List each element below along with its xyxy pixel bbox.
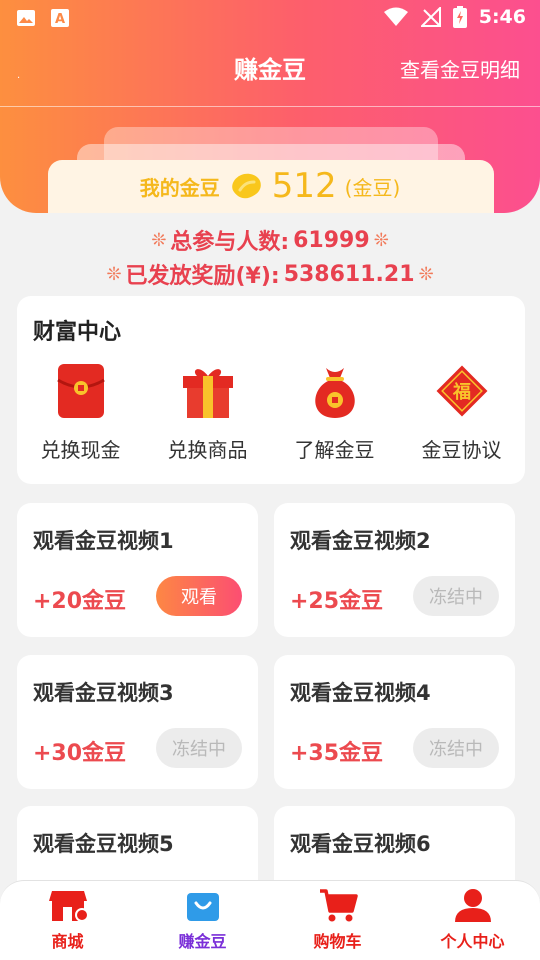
sparkle-icon: ❊ <box>106 263 122 285</box>
video-task-card: 观看金豆视频1 +20金豆 观看 <box>17 503 258 637</box>
rewards-stat: ❊ 已发放奖励(¥): 538611.21 ❊ <box>0 258 540 290</box>
video-task-card: 观看金豆视频4 +35金豆 冻结中 <box>274 655 515 789</box>
money-bag-icon <box>314 368 355 418</box>
wealth-center-title: 财富中心 <box>33 320 122 345</box>
wealth-center-grid: 兑换现金 兑换商品 了解金豆 福 金豆协议 <box>17 362 525 463</box>
frozen-button[interactable]: 冻结中 <box>413 728 499 768</box>
shop-icon <box>48 891 88 922</box>
task-title: 观看金豆视频5 <box>33 832 174 856</box>
sparkle-icon: ❊ <box>418 263 434 285</box>
rewards-value: 538611.21 <box>283 261 415 287</box>
frozen-button[interactable]: 冻结中 <box>156 728 242 768</box>
exchange-goods-button[interactable]: 兑换商品 <box>144 362 271 463</box>
sparkle-icon: ❊ <box>373 229 389 251</box>
tab-profile-label: 个人中心 <box>440 932 505 951</box>
learn-beans-button[interactable]: 了解金豆 <box>271 362 398 463</box>
wealth-center-card: 财富中心 兑换现金 兑换商品 了解金豆 福 金豆协议 <box>17 296 525 484</box>
tab-cart-label: 购物车 <box>313 932 362 951</box>
video-task-card: 观看金豆视频3 +30金豆 冻结中 <box>17 655 258 789</box>
tab-earn-beans[interactable]: 赚金豆 <box>135 881 270 960</box>
bean-agreement-button[interactable]: 福 金豆协议 <box>398 362 525 463</box>
participants-label: 总参与人数: <box>170 230 290 255</box>
tab-profile[interactable]: 个人中心 <box>405 881 540 960</box>
task-title: 观看金豆视频1 <box>33 529 174 553</box>
task-title: 观看金豆视频6 <box>290 832 431 856</box>
nav-divider <box>0 106 540 107</box>
svg-text:A: A <box>55 12 65 27</box>
task-reward: +35金豆 <box>290 741 384 766</box>
clock: 5:46 <box>478 6 526 28</box>
header: A 5:46 . 赚金豆 查看金豆明细 我的金豆 512 (金豆) <box>0 0 540 213</box>
tab-shop[interactable]: 商城 <box>0 881 135 960</box>
task-reward: +30金豆 <box>33 741 127 766</box>
balance-label: 我的金豆 <box>139 175 220 200</box>
task-title: 观看金豆视频4 <box>290 681 431 705</box>
tab-cart[interactable]: 购物车 <box>270 881 405 960</box>
tab-earn-beans-label: 赚金豆 <box>178 932 227 951</box>
tab-shop-label: 商城 <box>51 932 84 951</box>
watch-button[interactable]: 观看 <box>156 576 242 616</box>
participants-value: 61999 <box>293 227 370 253</box>
red-envelope-icon <box>56 364 105 418</box>
exchange-cash-button[interactable]: 兑换现金 <box>17 362 144 463</box>
font-icon: A <box>51 9 69 27</box>
rewards-label: 已发放奖励(¥): <box>125 264 280 289</box>
task-reward: +20金豆 <box>33 589 127 614</box>
participants-stat: ❊ 总参与人数: 61999 ❊ <box>0 224 540 256</box>
svg-text:福: 福 <box>452 381 471 403</box>
bottom-tab-bar: 商城 赚金豆 购物车 个人中心 <box>0 880 540 960</box>
balance-row: 我的金豆 512 (金豆) <box>0 166 540 206</box>
no-signal-icon <box>420 7 441 27</box>
battery-charging-icon <box>452 6 467 28</box>
person-icon <box>454 889 491 922</box>
fu-charm-icon: 福 <box>436 365 487 417</box>
balance-value: 512 <box>271 166 337 206</box>
image-icon <box>17 10 35 26</box>
task-title: 观看金豆视频3 <box>33 681 174 705</box>
exchange-goods-label: 兑换商品 <box>167 438 248 462</box>
balance-unit: (金豆) <box>344 175 401 200</box>
bean-agreement-label: 金豆协议 <box>421 438 502 462</box>
sparkle-icon: ❊ <box>151 229 167 251</box>
frozen-button[interactable]: 冻结中 <box>413 576 499 616</box>
gift-box-icon <box>182 369 233 418</box>
wifi-icon <box>383 7 408 26</box>
learn-beans-label: 了解金豆 <box>294 438 375 462</box>
task-title: 观看金豆视频2 <box>290 529 431 553</box>
cart-icon <box>319 889 358 922</box>
task-reward: +25金豆 <box>290 589 384 614</box>
video-task-card: 观看金豆视频2 +25金豆 冻结中 <box>274 503 515 637</box>
nav-bar: . 赚金豆 查看金豆明细 <box>0 40 540 100</box>
shopping-bag-icon <box>186 893 219 921</box>
gold-bean-icon <box>231 173 261 199</box>
status-bar: A 5:46 <box>0 0 540 36</box>
view-bean-details-link[interactable]: 查看金豆明细 <box>400 54 520 83</box>
exchange-cash-label: 兑换现金 <box>40 438 121 462</box>
